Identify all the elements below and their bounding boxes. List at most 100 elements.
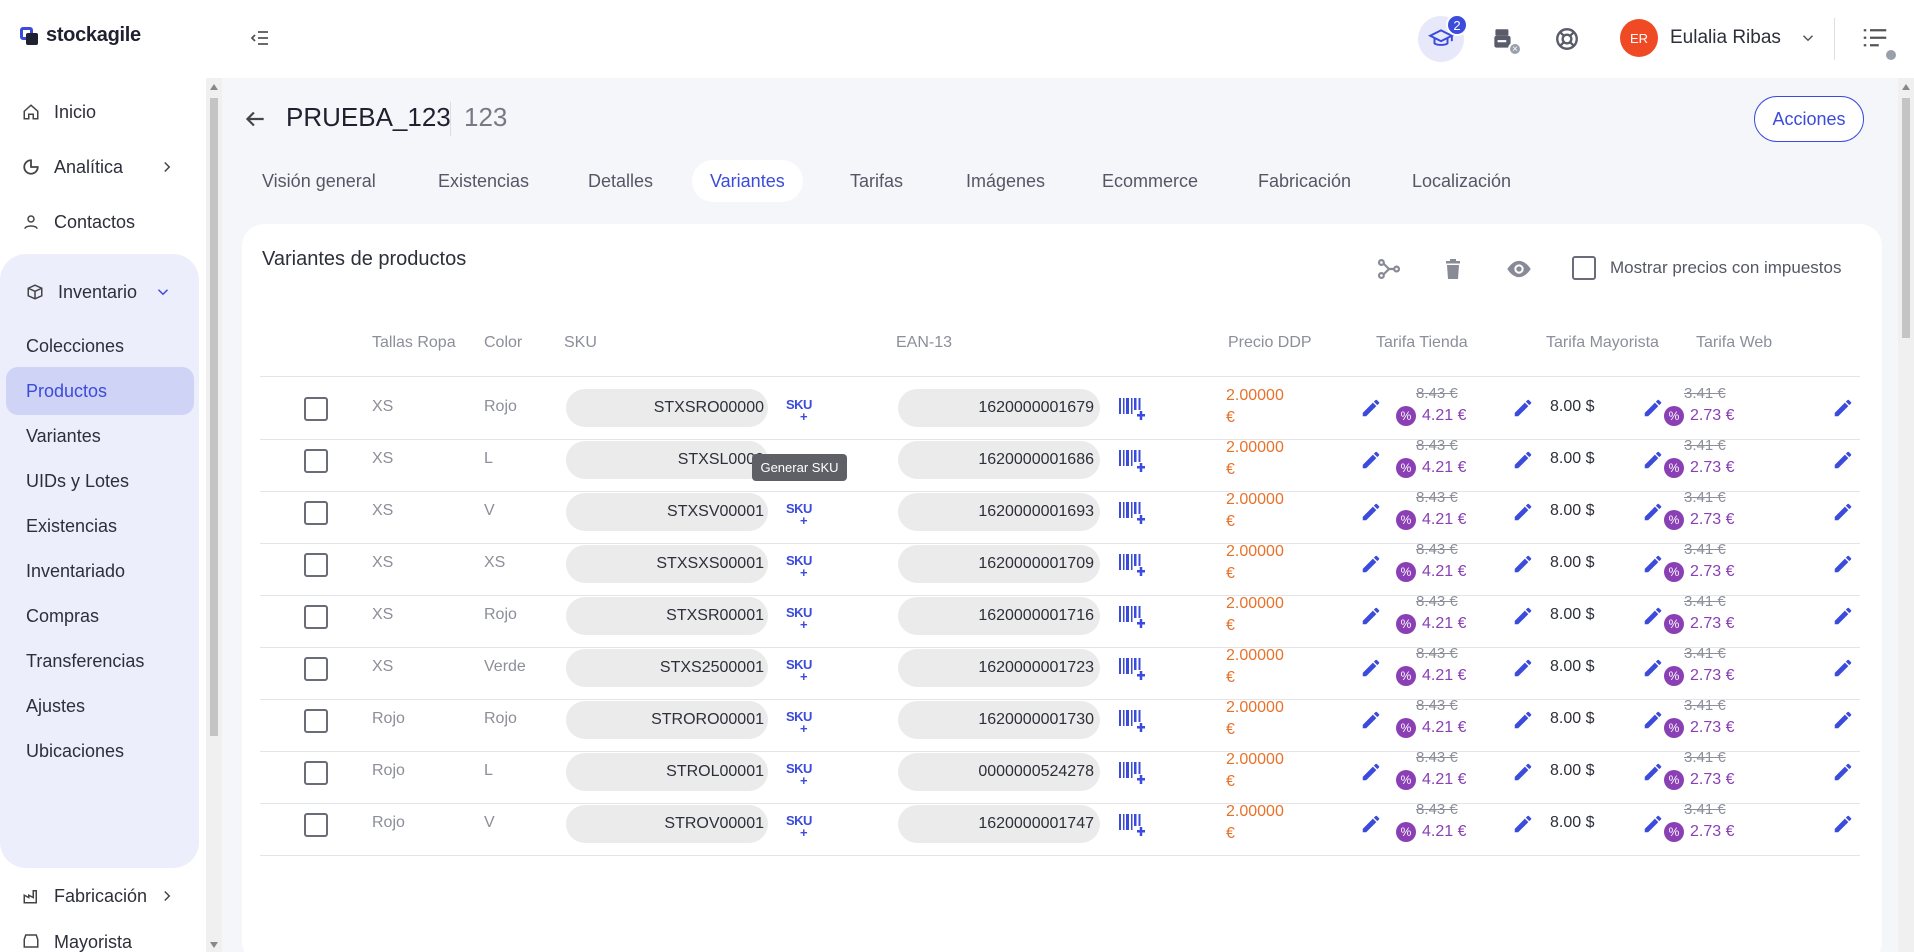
edit-tarifa-mayorista-button[interactable]	[1642, 553, 1664, 575]
generate-ean-button[interactable]	[1118, 811, 1146, 839]
user-menu[interactable]: ER Eulalia Ribas	[1620, 18, 1817, 58]
generate-sku-button[interactable]: SKU +	[786, 397, 812, 424]
tab-existencias[interactable]: Existencias	[420, 160, 547, 202]
tab-imagenes[interactable]: Imágenes	[948, 160, 1063, 202]
edit-tarifa-tienda-button[interactable]	[1512, 657, 1534, 679]
generate-ean-button[interactable]	[1118, 395, 1146, 423]
row-checkbox[interactable]	[304, 553, 328, 577]
tab-detalles[interactable]: Detalles	[570, 160, 671, 202]
edit-tarifa-web-button[interactable]	[1832, 657, 1854, 679]
generate-ean-button[interactable]	[1118, 603, 1146, 631]
sku-field[interactable]: STXSXS00001	[566, 545, 768, 583]
edit-precio-ddp-button[interactable]	[1360, 813, 1382, 835]
edit-tarifa-mayorista-button[interactable]	[1642, 709, 1664, 731]
generate-sku-button[interactable]: SKU +	[786, 709, 812, 736]
edit-tarifa-web-button[interactable]	[1832, 397, 1854, 419]
page-scrollbar[interactable]	[1898, 78, 1914, 952]
generate-sku-button[interactable]: SKU +	[786, 605, 812, 632]
sku-field[interactable]: STXSRO00000	[566, 389, 768, 427]
sidebar-item-existencias[interactable]: Existencias	[26, 508, 117, 544]
row-checkbox[interactable]	[304, 813, 328, 837]
edit-tarifa-tienda-button[interactable]	[1512, 813, 1534, 835]
sidebar-item-ubicaciones[interactable]: Ubicaciones	[26, 733, 124, 769]
sidebar-item-productos[interactable]: Productos	[6, 367, 194, 415]
tab-variantes[interactable]: Variantes	[692, 160, 803, 202]
sidebar-item-fabricacion[interactable]: Fabricación	[22, 878, 176, 914]
edit-tarifa-mayorista-button[interactable]	[1642, 449, 1664, 471]
sidebar-item-compras[interactable]: Compras	[26, 598, 99, 634]
tax-checkbox[interactable]	[1572, 256, 1596, 280]
ean-field[interactable]: 1620000001709	[898, 545, 1100, 583]
row-checkbox[interactable]	[304, 657, 328, 681]
generate-ean-button[interactable]	[1118, 655, 1146, 683]
ean-field[interactable]: 1620000001693	[898, 493, 1100, 531]
edit-tarifa-tienda-button[interactable]	[1512, 501, 1534, 523]
sidebar-scrollbar[interactable]	[206, 78, 222, 952]
edit-precio-ddp-button[interactable]	[1360, 553, 1382, 575]
edit-tarifa-mayorista-button[interactable]	[1642, 813, 1664, 835]
sidebar-item-colecciones[interactable]: Colecciones	[26, 328, 124, 364]
generate-sku-button[interactable]: SKU +	[786, 553, 812, 580]
row-checkbox[interactable]	[304, 501, 328, 525]
tax-toggle[interactable]: Mostrar precios con impuestos	[1572, 256, 1841, 280]
sidebar-item-mayorista[interactable]: Mayorista	[22, 932, 176, 952]
sidebar-item-uids-lotes[interactable]: UIDs y Lotes	[26, 463, 129, 499]
ean-field[interactable]: 0000000524278	[898, 753, 1100, 791]
sku-field[interactable]: STXSV00001	[566, 493, 768, 531]
edit-tarifa-tienda-button[interactable]	[1512, 709, 1534, 731]
edit-precio-ddp-button[interactable]	[1360, 761, 1382, 783]
edit-tarifa-tienda-button[interactable]	[1512, 761, 1534, 783]
sku-field[interactable]: STXS2500001	[566, 649, 768, 687]
edit-tarifa-web-button[interactable]	[1832, 813, 1854, 835]
tab-ecommerce[interactable]: Ecommerce	[1084, 160, 1216, 202]
brand-logo[interactable]: stockagile	[20, 24, 141, 47]
generate-ean-button[interactable]	[1118, 707, 1146, 735]
edit-tarifa-tienda-button[interactable]	[1512, 449, 1534, 471]
edit-tarifa-web-button[interactable]	[1832, 761, 1854, 783]
row-checkbox[interactable]	[304, 397, 328, 421]
sidebar-item-contactos[interactable]: Contactos	[22, 204, 135, 240]
back-button[interactable]	[242, 106, 268, 132]
generate-sku-button[interactable]: SKU +	[786, 813, 812, 840]
edit-precio-ddp-button[interactable]	[1360, 449, 1382, 471]
edit-tarifa-mayorista-button[interactable]	[1642, 501, 1664, 523]
sku-field[interactable]: STROV00001	[566, 805, 768, 843]
ean-field[interactable]: 1620000001716	[898, 597, 1100, 635]
ean-field[interactable]: 1620000001747	[898, 805, 1100, 843]
row-checkbox[interactable]	[304, 709, 328, 733]
edit-tarifa-mayorista-button[interactable]	[1642, 761, 1664, 783]
edit-tarifa-web-button[interactable]	[1832, 449, 1854, 471]
generate-ean-button[interactable]	[1118, 551, 1146, 579]
edit-tarifa-web-button[interactable]	[1832, 501, 1854, 523]
sidebar-item-transferencias[interactable]: Transferencias	[26, 643, 144, 679]
edit-tarifa-tienda-button[interactable]	[1512, 605, 1534, 627]
ean-field[interactable]: 1620000001686	[898, 441, 1100, 479]
edit-precio-ddp-button[interactable]	[1360, 605, 1382, 627]
generate-ean-button[interactable]	[1118, 447, 1146, 475]
edit-tarifa-tienda-button[interactable]	[1512, 397, 1534, 419]
edit-tarifa-mayorista-button[interactable]	[1642, 657, 1664, 679]
edit-precio-ddp-button[interactable]	[1360, 501, 1382, 523]
generate-sku-button[interactable]: SKU +	[786, 501, 812, 528]
sidebar-item-analitica[interactable]: Analítica	[22, 149, 176, 185]
generate-ean-button[interactable]	[1118, 759, 1146, 787]
tab-localizacion[interactable]: Localización	[1394, 160, 1529, 202]
sidebar-item-inventario[interactable]: Inventario	[26, 274, 172, 310]
tasks-menu-button[interactable]	[1860, 24, 1898, 62]
ean-field[interactable]: 1620000001730	[898, 701, 1100, 739]
generate-variants-button[interactable]	[1374, 254, 1404, 284]
edit-tarifa-mayorista-button[interactable]	[1642, 397, 1664, 419]
generate-ean-button[interactable]	[1118, 499, 1146, 527]
sidebar-item-variantes[interactable]: Variantes	[26, 418, 101, 454]
tab-vision-general[interactable]: Visión general	[244, 160, 394, 202]
edit-precio-ddp-button[interactable]	[1360, 657, 1382, 679]
edit-tarifa-mayorista-button[interactable]	[1642, 605, 1664, 627]
sidebar-item-inicio[interactable]: Inicio	[22, 94, 96, 130]
generate-sku-button[interactable]: SKU +	[786, 761, 812, 788]
edit-tarifa-web-button[interactable]	[1832, 709, 1854, 731]
sku-field[interactable]: STXSL0000	[566, 441, 768, 479]
edit-precio-ddp-button[interactable]	[1360, 709, 1382, 731]
edit-tarifa-web-button[interactable]	[1832, 605, 1854, 627]
ean-field[interactable]: 1620000001723	[898, 649, 1100, 687]
ean-field[interactable]: 1620000001679	[898, 389, 1100, 427]
